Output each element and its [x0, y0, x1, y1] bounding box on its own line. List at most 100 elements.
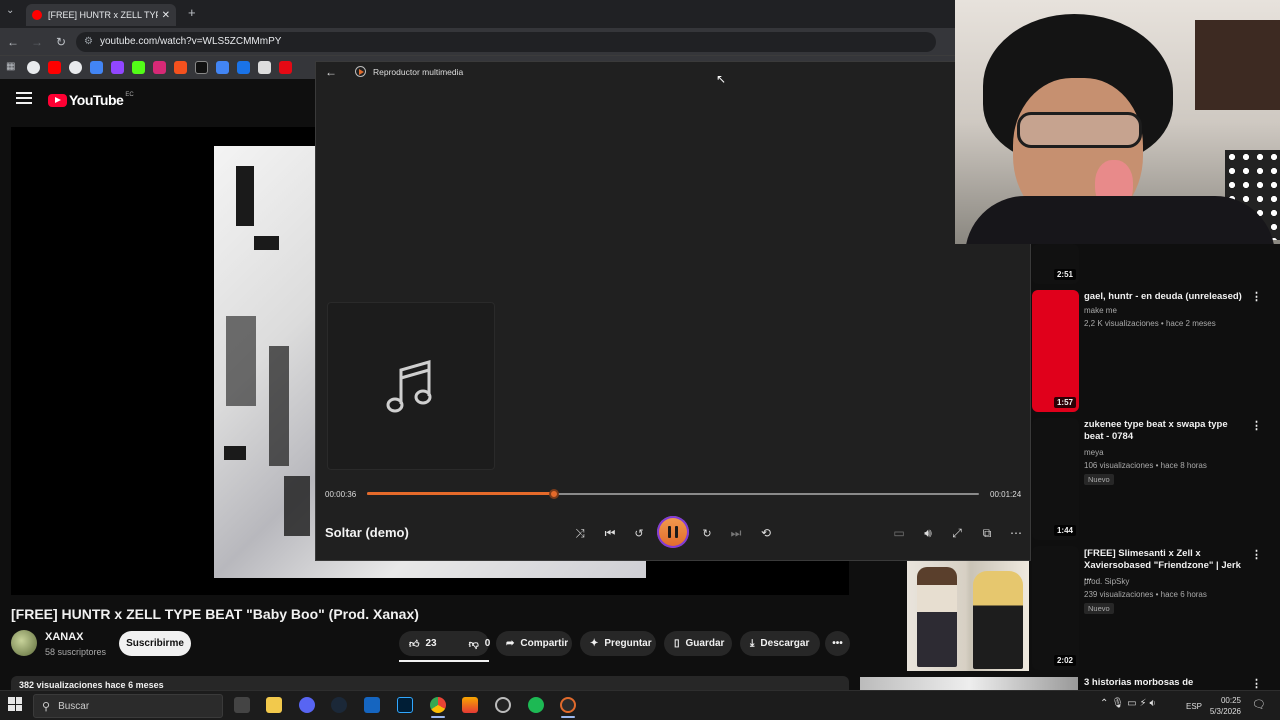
- bookmark-icon[interactable]: [174, 61, 187, 74]
- rewind-10-icon[interactable]: ↺: [630, 524, 648, 542]
- ask-button[interactable]: ✦ Preguntar: [580, 631, 656, 656]
- tab-close-icon[interactable]: ✕: [162, 10, 170, 21]
- subscribe-button[interactable]: Suscribirme: [119, 631, 191, 656]
- search-icon: ⚲: [42, 700, 51, 713]
- new-badge: Nuevo: [1084, 474, 1114, 485]
- pause-button[interactable]: [657, 516, 689, 548]
- rec-title[interactable]: gael, huntr - en deuda (unreleased): [1084, 291, 1244, 303]
- youtube-play-icon: [48, 93, 67, 107]
- rec-title[interactable]: zukenee type beat x swapa type beat - 07…: [1084, 419, 1244, 443]
- windows-start-icon[interactable]: [8, 697, 22, 711]
- rec-more-icon[interactable]: ⋮: [1251, 290, 1262, 303]
- new-badge: Nuevo: [1084, 603, 1114, 614]
- bookmark-youtube-icon[interactable]: [48, 61, 61, 74]
- duration-badge: 1:44: [1053, 525, 1076, 536]
- epic-games-icon[interactable]: [234, 697, 250, 713]
- dislike-button[interactable]: 👎︎ 0: [459, 631, 501, 656]
- browser-tab-youtube[interactable]: [FREE] HUNTR x ZELL TYPE BEAT ✕: [26, 4, 176, 26]
- seek-handle[interactable]: [548, 489, 559, 499]
- fullscreen-icon[interactable]: ⤢: [948, 524, 966, 542]
- like-button[interactable]: 👍︎ 23: [399, 631, 447, 656]
- shuffle-icon[interactable]: ⤨: [571, 524, 589, 542]
- browser-toolbar: ← → ↻ ⚙ youtube.com/watch?v=WLS5ZCMMmPY: [0, 28, 955, 55]
- subscriber-count: 58 suscriptores: [45, 647, 107, 657]
- like-dislike-group: 👍︎ 23 👎︎ 0: [399, 631, 490, 656]
- rec-channel[interactable]: meya: [1084, 448, 1104, 457]
- clock-date[interactable]: 5/3/2026: [1203, 707, 1241, 716]
- previous-track-icon[interactable]: ⏮: [601, 524, 619, 542]
- bookmark-twitch-icon[interactable]: [111, 61, 124, 74]
- save-button[interactable]: ▯ Guardar: [664, 631, 732, 656]
- bookmark-kick-icon[interactable]: [132, 61, 145, 74]
- url-text: youtube.com/watch?v=WLS5ZCMMmPY: [99, 36, 282, 47]
- bookmark-google-icon[interactable]: [27, 61, 40, 74]
- steam-icon[interactable]: [331, 697, 347, 713]
- thumbs-down-icon: 👎︎: [468, 638, 479, 650]
- rec-more-icon[interactable]: ⋮: [1251, 677, 1262, 690]
- clock-time[interactable]: 00:25: [1213, 696, 1241, 705]
- bookmark-translate-icon[interactable]: [216, 61, 229, 74]
- discord-icon[interactable]: [299, 697, 315, 713]
- site-info-icon[interactable]: ⚙: [84, 36, 93, 47]
- input-language[interactable]: ESP: [1186, 702, 1202, 711]
- tab-title: [FREE] HUNTR x ZELL TYPE BEAT: [48, 10, 158, 20]
- download-button[interactable]: ⤓ Descargar: [740, 631, 820, 656]
- obs-icon[interactable]: [495, 697, 511, 713]
- rec-thumbnail-collage[interactable]: [907, 561, 1029, 671]
- reload-icon[interactable]: ↻: [50, 35, 72, 49]
- player-back-icon[interactable]: ←: [325, 65, 337, 79]
- tab-list-button[interactable]: ⌄: [6, 5, 14, 16]
- bookmark-icon[interactable]: [69, 61, 82, 74]
- media-player-app-icon: [355, 66, 366, 77]
- forward-arrow-icon[interactable]: →: [26, 35, 48, 49]
- bookmark-icon: ▯: [674, 638, 680, 649]
- taskbar-search[interactable]: ⚲ Buscar: [33, 694, 223, 718]
- repeat-off-icon[interactable]: ⟲: [757, 524, 775, 542]
- file-explorer-icon[interactable]: [266, 697, 282, 713]
- total-time: 00:01:24: [990, 490, 1022, 499]
- bookmark-icon[interactable]: [258, 61, 271, 74]
- media-player-icon[interactable]: [560, 697, 576, 713]
- rec-thumbnail[interactable]: 2:51: [1032, 244, 1079, 284]
- channel-name[interactable]: XANAX: [45, 631, 84, 643]
- rec-channel[interactable]: make me: [1084, 306, 1117, 315]
- more-options-icon[interactable]: ⋯: [1007, 524, 1025, 542]
- rec-thumbnail[interactable]: 1:57: [1032, 290, 1079, 412]
- share-button[interactable]: ➦ Compartir: [496, 631, 572, 656]
- rec-more-icon[interactable]: ⋮: [1251, 548, 1262, 561]
- video-description-box[interactable]: 382 visualizaciones hace 6 meses: [11, 676, 849, 690]
- photoshop-icon[interactable]: [397, 697, 413, 713]
- current-time: 00:00:36: [325, 490, 357, 499]
- youtube-favicon-icon: [32, 10, 42, 20]
- rec-thumbnail[interactable]: 2:02: [1032, 546, 1079, 670]
- hamburger-menu-icon[interactable]: [16, 92, 32, 107]
- bookmark-icon[interactable]: [237, 61, 250, 74]
- captions-icon[interactable]: ▭: [890, 524, 908, 542]
- bookmark-instagram-icon[interactable]: [153, 61, 166, 74]
- miniplayer-icon[interactable]: ⧉: [978, 524, 996, 542]
- channel-avatar[interactable]: [11, 630, 37, 656]
- next-track-icon[interactable]: ⏭: [727, 524, 745, 542]
- chrome-icon[interactable]: [430, 697, 446, 713]
- rec-more-icon[interactable]: ⋮: [1251, 419, 1262, 432]
- volume-icon[interactable]: 🔊︎: [919, 524, 937, 542]
- forward-30-icon[interactable]: ↻: [698, 524, 716, 542]
- fl-studio-icon[interactable]: [462, 697, 478, 713]
- notifications-icon[interactable]: 🗨︎: [1252, 698, 1266, 711]
- valorant-icon[interactable]: [364, 697, 380, 713]
- address-bar[interactable]: ⚙ youtube.com/watch?v=WLS5ZCMMmPY: [76, 31, 936, 52]
- video-title: [FREE] HUNTR x ZELL TYPE BEAT "Baby Boo"…: [11, 606, 419, 622]
- youtube-logo[interactable]: YouTube EC: [48, 92, 134, 108]
- bookmark-x-icon[interactable]: [195, 61, 208, 74]
- bookmark-icon[interactable]: [90, 61, 103, 74]
- rec-thumbnail[interactable]: 1:44: [1032, 418, 1079, 540]
- more-actions-button[interactable]: •••: [825, 631, 850, 656]
- rec-channel[interactable]: prod. SipSky: [1084, 577, 1129, 586]
- player-window-title: Reproductor multimedia: [373, 67, 464, 77]
- spotify-icon[interactable]: [528, 697, 544, 713]
- apps-grid-icon[interactable]: ▦: [6, 61, 19, 74]
- new-tab-button[interactable]: +: [188, 5, 196, 20]
- back-arrow-icon[interactable]: ←: [2, 35, 24, 49]
- system-tray-icons[interactable]: ⌃🎙︎▭⚡︎🔉︎: [1100, 698, 1159, 709]
- bookmark-icon[interactable]: [279, 61, 292, 74]
